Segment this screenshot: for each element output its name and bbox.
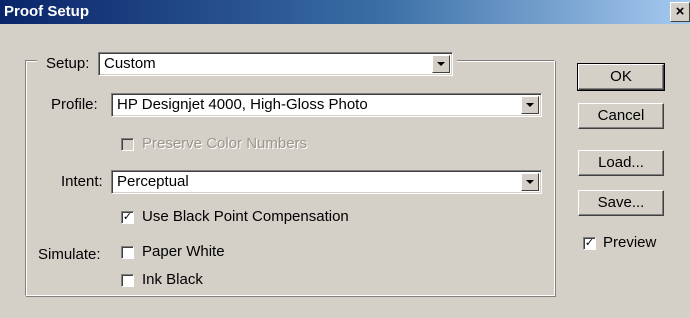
setup-select[interactable]: Custom: [98, 52, 453, 76]
ok-button[interactable]: OK: [577, 63, 665, 91]
setup-value: Custom: [104, 55, 156, 72]
chevron-down-icon[interactable]: [521, 96, 539, 114]
preserve-color-numbers-checkbox[interactable]: [121, 138, 134, 151]
save-button[interactable]: Save...: [578, 190, 664, 216]
setup-label: Setup:: [46, 55, 90, 72]
ink-black-label: Ink Black: [142, 271, 203, 288]
profile-value: HP Designjet 4000, High-Gloss Photo: [117, 96, 368, 113]
paper-white-checkbox[interactable]: [121, 246, 134, 259]
preview-checkbox[interactable]: ✓: [583, 237, 596, 250]
load-button[interactable]: Load...: [578, 150, 664, 176]
window-title: Proof Setup: [4, 3, 89, 20]
paper-white-label: Paper White: [142, 243, 225, 260]
profile-label: Profile:: [51, 96, 98, 113]
intent-label: Intent:: [61, 173, 103, 190]
ink-black-checkbox[interactable]: [121, 274, 134, 287]
intent-select[interactable]: Perceptual: [111, 170, 542, 194]
black-point-checkbox[interactable]: ✓: [121, 211, 134, 224]
close-button[interactable]: ×: [670, 2, 690, 22]
preserve-color-numbers-label: Preserve Color Numbers: [142, 135, 308, 152]
intent-value: Perceptual: [117, 173, 189, 190]
title-bar: Proof Setup ×: [0, 0, 690, 24]
chevron-down-icon[interactable]: [521, 173, 539, 191]
preview-label: Preview: [603, 234, 657, 251]
chevron-down-icon[interactable]: [432, 55, 450, 73]
profile-select[interactable]: HP Designjet 4000, High-Gloss Photo: [111, 93, 542, 117]
simulate-label: Simulate:: [38, 246, 101, 263]
cancel-button[interactable]: Cancel: [578, 103, 664, 129]
black-point-label: Use Black Point Compensation: [142, 208, 349, 225]
